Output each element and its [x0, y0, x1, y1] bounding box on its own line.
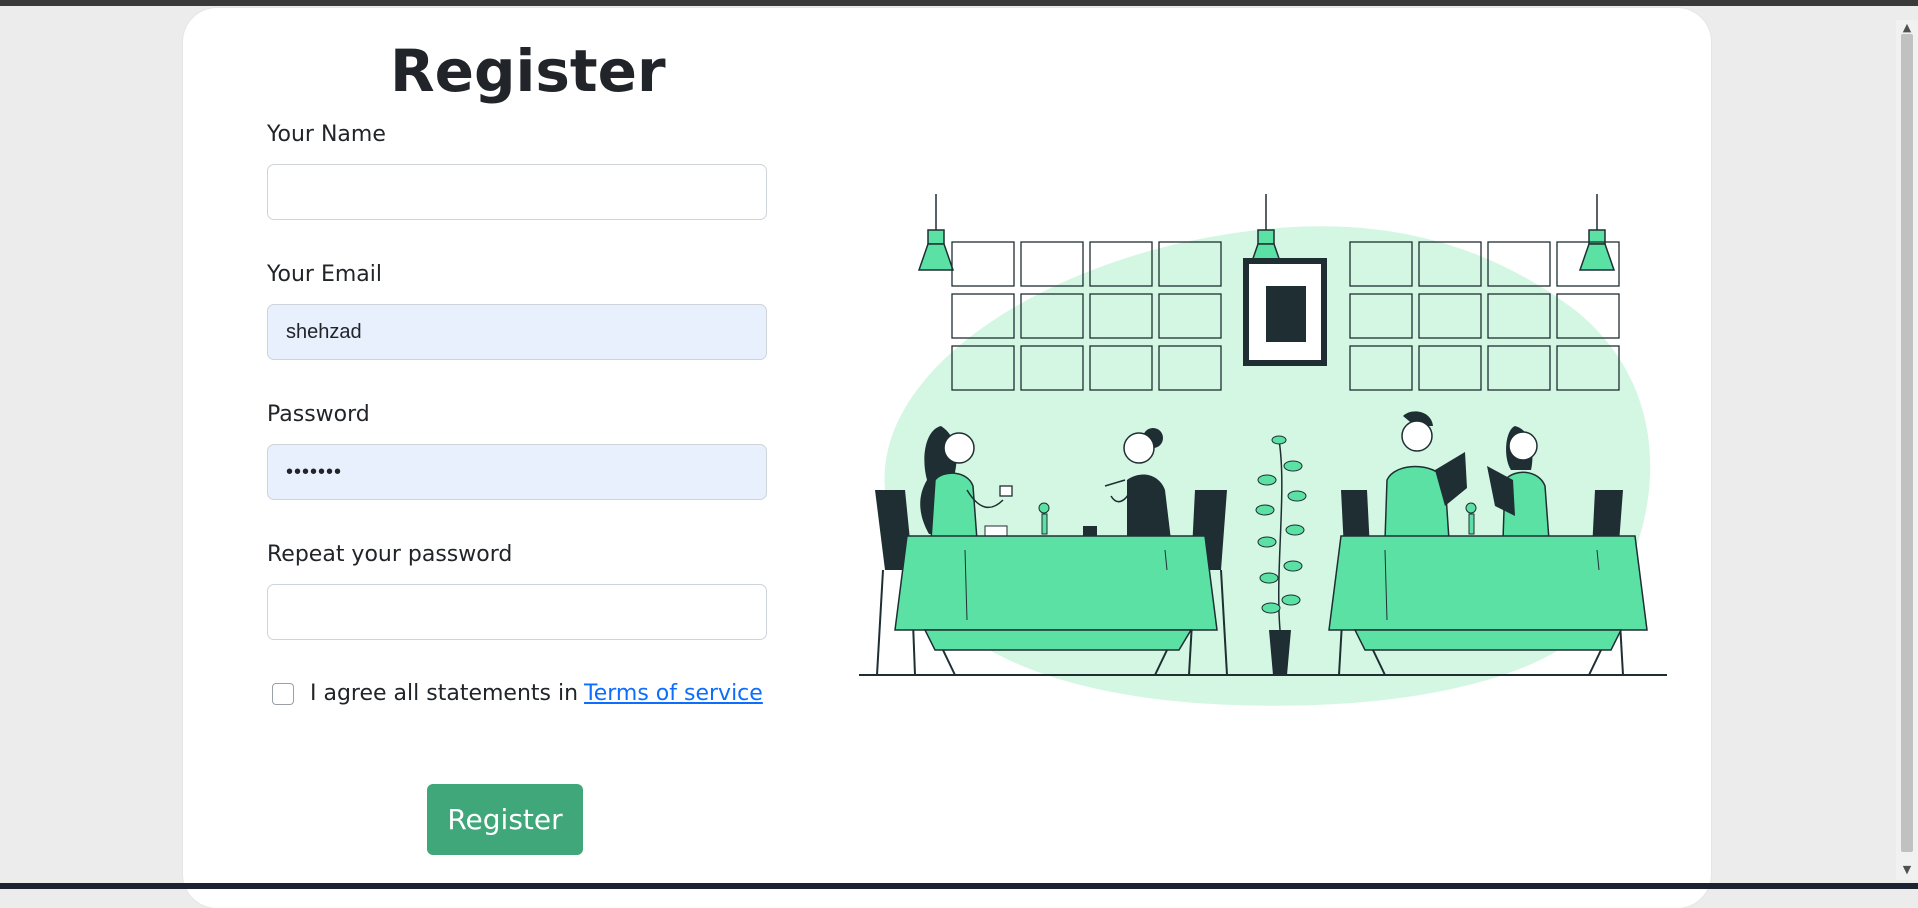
repeat-password-label: Repeat your password	[267, 542, 513, 567]
password-label: Password	[267, 402, 370, 427]
email-label: Your Email	[267, 262, 382, 287]
terms-of-service-link[interactable]: Terms of service	[584, 681, 763, 706]
email-input[interactable]	[267, 304, 767, 360]
scroll-down-icon[interactable]: ▼	[1896, 862, 1918, 878]
name-input[interactable]	[267, 164, 767, 220]
picture-frame	[1243, 258, 1327, 366]
restaurant-dining-illustration	[859, 194, 1667, 706]
page-title: Register	[390, 37, 666, 105]
password-input[interactable]	[267, 444, 767, 500]
scroll-thumb[interactable]	[1901, 34, 1913, 852]
taskbar-edge	[0, 883, 1918, 889]
browser-top-edge	[0, 0, 1918, 6]
name-label: Your Name	[267, 122, 386, 147]
vertical-scrollbar[interactable]: ▲ ▼	[1896, 20, 1918, 880]
repeat-password-input[interactable]	[267, 584, 767, 640]
register-button[interactable]: Register	[427, 784, 583, 855]
agree-text: I agree all statements in	[310, 681, 579, 706]
agree-checkbox[interactable]	[272, 682, 294, 705]
lamp-left	[917, 194, 955, 271]
terms-agreement: I agree all statements in Terms of servi…	[272, 681, 763, 706]
